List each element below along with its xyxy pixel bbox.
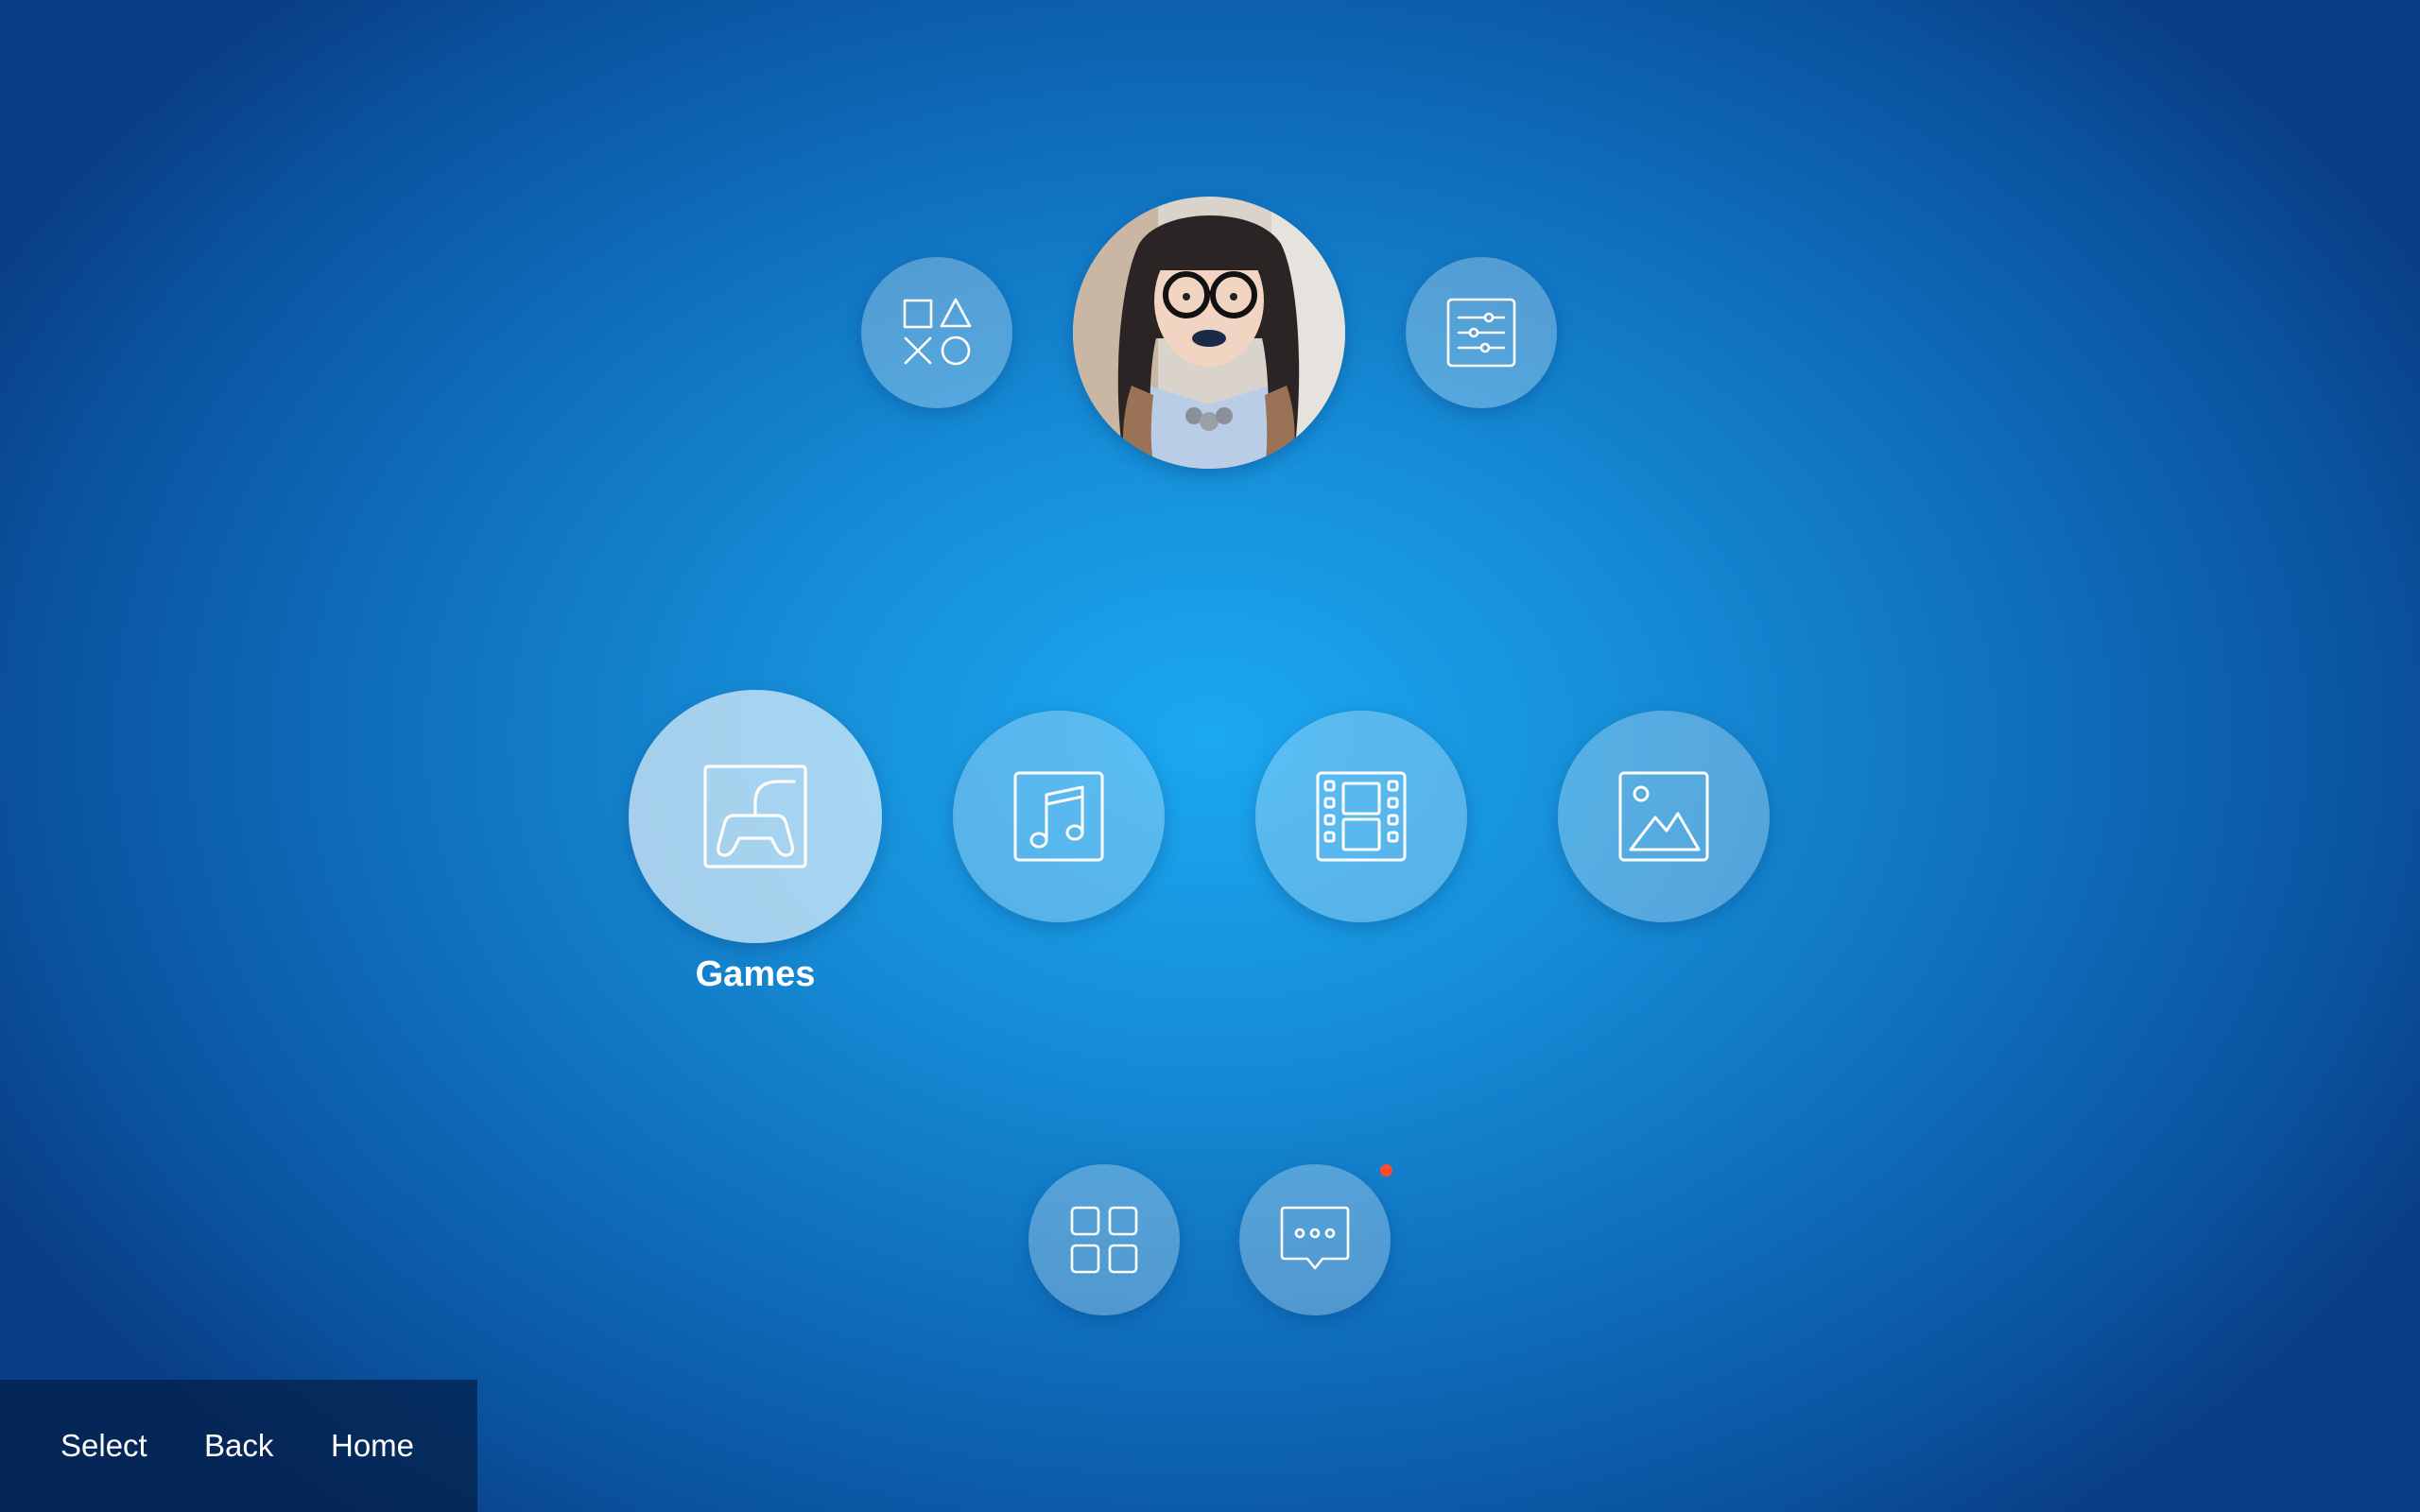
playstation-shapes-button[interactable] <box>861 257 1012 408</box>
user-avatar-photo <box>1073 197 1345 469</box>
notification-dot <box>1380 1164 1392 1177</box>
category-label: Games <box>695 954 816 994</box>
hint-home[interactable]: Home <box>331 1428 414 1464</box>
settings-button[interactable] <box>1406 257 1557 408</box>
hint-select[interactable]: Select <box>60 1428 147 1464</box>
hint-back[interactable]: Back <box>204 1428 273 1464</box>
gamepad-icon <box>703 765 807 868</box>
apps-button[interactable] <box>1028 1164 1180 1315</box>
apps-grid-icon <box>1070 1206 1138 1274</box>
category-video[interactable] <box>1255 711 1467 922</box>
category-photos[interactable] <box>1558 711 1770 922</box>
image-icon <box>1618 771 1709 862</box>
category-music[interactable] <box>953 711 1165 922</box>
settings-sliders-icon <box>1446 298 1516 368</box>
chat-bubble-icon <box>1280 1206 1350 1270</box>
category-games[interactable] <box>629 690 882 943</box>
music-note-icon <box>1013 771 1104 862</box>
messages-button[interactable] <box>1239 1164 1391 1315</box>
controller-hints-bar: Select Back Home <box>0 1380 477 1512</box>
film-icon <box>1316 771 1407 862</box>
user-avatar[interactable] <box>1073 197 1345 469</box>
playstation-shapes-icon <box>903 298 972 366</box>
